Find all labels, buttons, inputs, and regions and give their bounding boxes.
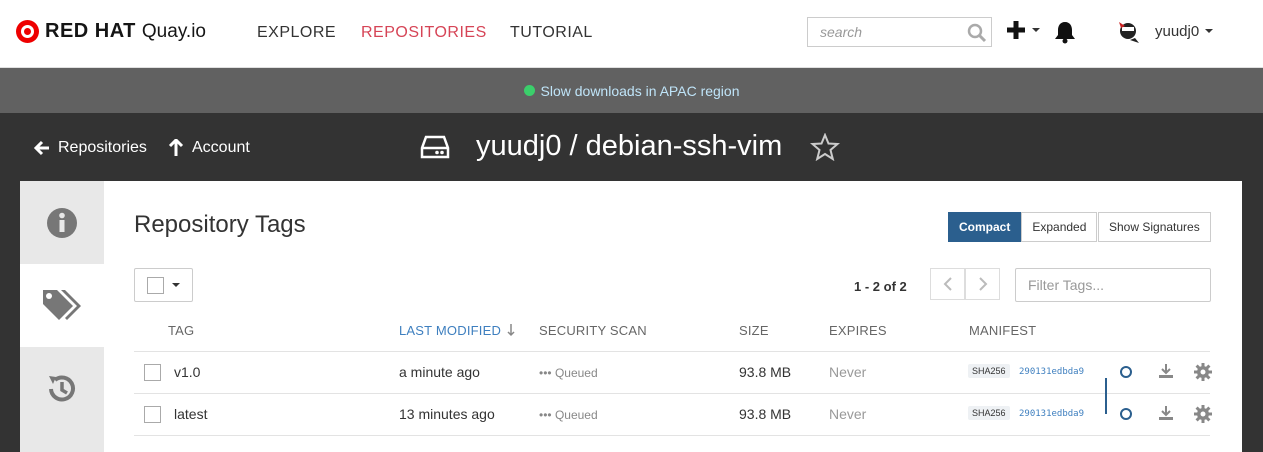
- chevron-down-icon: [172, 283, 180, 287]
- gear-icon[interactable]: [1194, 363, 1212, 381]
- next-page-button[interactable]: [965, 268, 1000, 300]
- select-all-checkbox[interactable]: [147, 276, 164, 294]
- tab-tags[interactable]: [20, 264, 104, 347]
- image-size: 93.8 MB: [739, 364, 792, 380]
- history-icon: [49, 375, 75, 401]
- star-icon[interactable]: [810, 132, 841, 161]
- security-scan-status[interactable]: ••• Queued: [539, 366, 598, 380]
- chevron-right-icon: [978, 277, 987, 291]
- filter-tags-input[interactable]: [1015, 268, 1211, 302]
- last-modified: 13 minutes ago: [399, 406, 495, 422]
- download-icon[interactable]: [1158, 405, 1174, 421]
- account-label: Account: [192, 139, 250, 156]
- gear-icon[interactable]: [1194, 405, 1212, 423]
- column-header-tag[interactable]: TAG: [168, 323, 194, 338]
- tag-name[interactable]: latest: [174, 406, 207, 422]
- expires-value[interactable]: Never: [829, 406, 866, 422]
- table-divider: [134, 435, 1210, 436]
- manifest-node: [1120, 366, 1132, 378]
- column-header-manifest: MANIFEST: [969, 323, 1037, 338]
- nav-repositories[interactable]: REPOSITORIES: [361, 24, 487, 42]
- arrow-left-icon: [34, 140, 49, 156]
- pagination-count: 1 - 2 of 2: [854, 279, 907, 294]
- page-title: Repository Tags: [134, 211, 306, 238]
- notifications-bell-icon[interactable]: [1054, 20, 1076, 44]
- back-to-repositories-link[interactable]: Repositories: [34, 139, 147, 157]
- column-header-expires[interactable]: EXPIRES: [829, 323, 887, 338]
- compact-view-button[interactable]: Compact: [948, 212, 1022, 242]
- repo-content-panel: Repository Tags Compact Expanded Show Si…: [20, 181, 1242, 452]
- plus-icon: [1007, 21, 1025, 39]
- account-link[interactable]: Account: [168, 139, 250, 157]
- repo-name: yuudj0 / debian-ssh-vim: [476, 130, 783, 162]
- row-checkbox[interactable]: [144, 364, 161, 381]
- chevron-left-icon: [943, 277, 952, 291]
- nav-tutorial[interactable]: TUTORIAL: [510, 24, 593, 42]
- top-navbar: RED HAT Quay.io EXPLORE REPOSITORIES TUT…: [0, 0, 1263, 68]
- tab-information[interactable]: [20, 181, 104, 264]
- manifest-link-line: [1105, 378, 1107, 414]
- sha-label: SHA256: [968, 406, 1010, 420]
- arrow-up-icon: [168, 139, 184, 156]
- nav-explore[interactable]: EXPLORE: [257, 24, 336, 42]
- bulk-select-dropdown[interactable]: [134, 268, 193, 302]
- announcement-banner: Slow downloads in APAC region: [0, 68, 1263, 113]
- table-row: latest 13 minutes ago ••• Queued 93.8 MB…: [134, 393, 1212, 435]
- last-modified: a minute ago: [399, 364, 480, 380]
- column-header-size[interactable]: SIZE: [739, 323, 769, 338]
- expanded-view-button[interactable]: Expanded: [1021, 212, 1098, 242]
- search-input[interactable]: [808, 18, 958, 46]
- hard-drive-icon: [420, 135, 450, 158]
- view-mode-toggle: Compact Expanded: [948, 212, 1098, 242]
- column-header-last-modified[interactable]: LAST MODIFIED: [399, 323, 501, 338]
- create-new-button[interactable]: [1006, 20, 1040, 40]
- sort-descending-icon: [507, 324, 515, 337]
- tag-name[interactable]: v1.0: [174, 364, 200, 380]
- table-row: v1.0 a minute ago ••• Queued 93.8 MB Nev…: [134, 351, 1212, 393]
- column-header-security-scan[interactable]: SECURITY SCAN: [539, 323, 647, 338]
- info-icon: [47, 207, 77, 238]
- show-signatures-button[interactable]: Show Signatures: [1098, 212, 1211, 242]
- brand-product: Quay.io: [141, 20, 206, 42]
- back-label: Repositories: [58, 139, 147, 156]
- repo-header: Repositories Account yuudj0 / debian-ssh…: [0, 113, 1263, 181]
- chevron-down-icon: [1032, 28, 1040, 32]
- search-box: [807, 17, 992, 47]
- tags-icon: [43, 289, 81, 320]
- chevron-down-icon: [1205, 29, 1214, 33]
- username: yuudj0: [1155, 22, 1200, 40]
- sha-label: SHA256: [968, 364, 1010, 378]
- brand-logo-link[interactable]: RED HAT Quay.io: [16, 20, 206, 43]
- image-size: 93.8 MB: [739, 406, 792, 422]
- manifest-node: [1120, 408, 1132, 420]
- brand-name: RED HAT: [45, 20, 136, 42]
- download-icon[interactable]: [1158, 363, 1174, 379]
- redhat-logo-icon: [16, 20, 39, 43]
- repo-title: yuudj0 / debian-ssh-vim: [420, 130, 841, 163]
- avatar: [1119, 22, 1139, 43]
- manifest-digest[interactable]: 290131edbda9: [1019, 409, 1084, 419]
- manifest-digest[interactable]: 290131edbda9: [1019, 367, 1084, 377]
- search-icon[interactable]: [967, 23, 987, 43]
- user-menu[interactable]: yuudj0: [1115, 18, 1214, 44]
- tab-history[interactable]: [20, 347, 104, 430]
- previous-page-button[interactable]: [930, 268, 965, 300]
- pagination-controls: [930, 268, 1000, 300]
- announcement-text[interactable]: Slow downloads in APAC region: [541, 83, 740, 99]
- expires-value[interactable]: Never: [829, 364, 866, 380]
- security-scan-status[interactable]: ••• Queued: [539, 408, 598, 422]
- status-dot-icon: [523, 85, 535, 96]
- row-checkbox[interactable]: [144, 406, 161, 423]
